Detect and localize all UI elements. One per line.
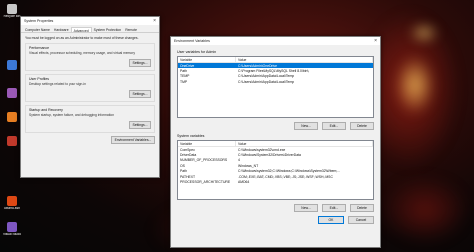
group-description: System startup, system failure, and debu… — [29, 113, 115, 117]
environment-variables-window: Environment Variables × User variables f… — [170, 36, 381, 248]
column-header-variable[interactable]: Variable — [178, 57, 236, 62]
wallpaper-glow — [395, 55, 435, 115]
user-delete-button[interactable]: Delete — [350, 122, 374, 130]
system-delete-button[interactable]: Delete — [350, 204, 374, 212]
desktop-icon-ubuntu-ssh[interactable]: ubuntu-ssh — [3, 196, 21, 211]
column-header-variable[interactable]: Variable — [178, 141, 236, 146]
table-row[interactable]: Path C:\Program Files\MySQL\MySQL Shell … — [178, 68, 373, 73]
close-icon[interactable]: × — [153, 18, 156, 24]
column-header-value[interactable]: Value — [236, 57, 373, 62]
performance-group: Performance Visual effects, processor sc… — [25, 43, 155, 71]
startup-recovery-group: Startup and Recovery System startup, sys… — [25, 105, 155, 133]
app-icon — [7, 112, 17, 122]
dialog-buttons: OK Cancel — [177, 216, 374, 224]
visual-studio-icon — [7, 222, 17, 232]
user-variables-buttons: New... Edit... Delete — [177, 122, 374, 130]
tab-system-protection[interactable]: System Protection — [92, 27, 124, 32]
table-row[interactable]: OneDrive C:\Users\Admin\OneDrive — [178, 63, 373, 69]
table-row[interactable]: ComSpec C:\Windows\system32\cmd.exe — [178, 147, 373, 152]
desktop-icon-visual-studio[interactable]: Visual Studio — [3, 222, 21, 237]
window-title: Environment Variables — [174, 39, 210, 43]
table-row[interactable]: Path C:\Windows\system32;C:\Windows;C:\W… — [178, 169, 373, 174]
group-description: Visual effects, processor scheduling, me… — [29, 51, 135, 55]
desktop-icon[interactable] — [3, 88, 21, 98]
desktop-icon[interactable] — [3, 60, 21, 70]
table-row[interactable]: PATHEXT .COM;.EXE;.BAT;.CMD;.VBS;.VBE;.J… — [178, 174, 373, 179]
tab-strip: Computer Name Hardware Advanced System P… — [21, 25, 159, 33]
admin-note: You must be logged on as an Administrato… — [25, 36, 139, 40]
table-row[interactable]: NUMBER_OF_PROCESSORS 4 — [178, 158, 373, 163]
title-bar[interactable]: System Properties × — [21, 17, 159, 25]
user-profiles-group: User Profiles Desktop settings related t… — [25, 74, 155, 102]
user-new-button[interactable]: New... — [294, 122, 318, 130]
cancel-button[interactable]: Cancel — [348, 216, 374, 224]
system-variables-table[interactable]: Variable Value ComSpec C:\Windows\system… — [177, 140, 374, 200]
app-icon — [7, 88, 17, 98]
app-icon — [7, 60, 17, 70]
group-title: User Profiles — [29, 77, 50, 81]
system-variables-label: System variables — [177, 134, 205, 138]
table-row[interactable]: TMP C:\Users\Admin\AppData\Local\Temp — [178, 79, 373, 84]
column-header-value[interactable]: Value — [236, 141, 373, 146]
group-title: Performance — [29, 46, 50, 50]
desktop-icon[interactable] — [3, 112, 21, 122]
title-bar[interactable]: Environment Variables × — [171, 37, 380, 45]
environment-variables-button[interactable]: Environment Variables... — [111, 136, 155, 144]
close-icon[interactable]: × — [374, 38, 377, 44]
user-variables-table[interactable]: Variable Value OneDrive C:\Users\Admin\O… — [177, 56, 374, 118]
performance-settings-button[interactable]: Settings... — [129, 59, 151, 67]
table-row[interactable]: OS Windows_NT — [178, 163, 373, 168]
user-profiles-settings-button[interactable]: Settings... — [129, 90, 151, 98]
ok-button[interactable]: OK — [318, 216, 344, 224]
system-properties-window: System Properties × Computer Name Hardwa… — [20, 16, 160, 178]
tab-computer-name[interactable]: Computer Name — [23, 27, 52, 32]
system-edit-button[interactable]: Edit... — [322, 204, 346, 212]
user-variables-label: User variables for Admin — [177, 50, 217, 54]
recycle-bin-icon — [7, 4, 17, 14]
table-row[interactable]: DriverData C:\Windows\System32\Drivers\D… — [178, 152, 373, 157]
startup-recovery-settings-button[interactable]: Settings... — [129, 121, 151, 129]
system-new-button[interactable]: New... — [294, 204, 318, 212]
system-variables-buttons: New... Edit... Delete — [177, 204, 374, 212]
app-icon — [7, 136, 17, 146]
user-edit-button[interactable]: Edit... — [322, 122, 346, 130]
wallpaper-glow — [410, 25, 438, 41]
tab-advanced[interactable]: Advanced — [70, 27, 92, 33]
ubuntu-icon — [7, 196, 17, 206]
group-title: Startup and Recovery — [29, 108, 63, 112]
window-title: System Properties — [24, 19, 54, 23]
group-description: Desktop settings related to your sign-in — [29, 82, 86, 86]
tab-remote[interactable]: Remote — [123, 27, 139, 32]
table-row[interactable]: TEMP C:\Users\Admin\AppData\Local\Temp — [178, 74, 373, 79]
wallpaper-glow — [380, 175, 470, 245]
tab-hardware[interactable]: Hardware — [52, 27, 71, 32]
desktop-icon-recycle-bin[interactable]: Recycle Bin — [3, 4, 21, 19]
table-row[interactable]: PROCESSOR_ARCHITECTURE AMD64 — [178, 179, 373, 184]
desktop-icon[interactable] — [3, 136, 21, 146]
